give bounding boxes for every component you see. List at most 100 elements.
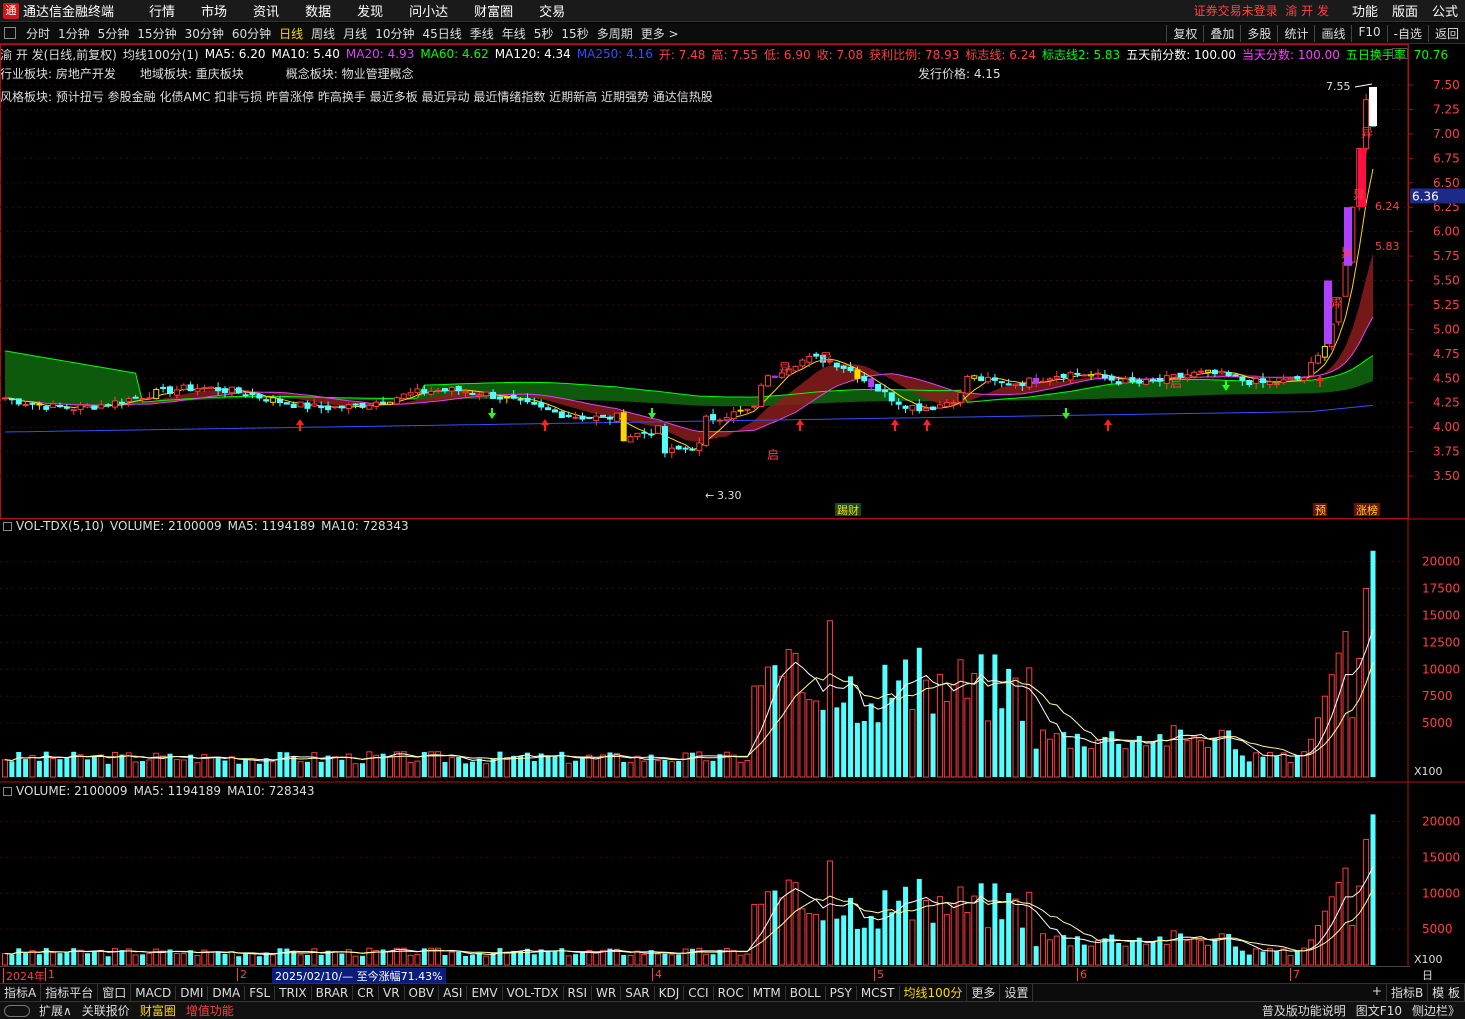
volume-bar[interactable] bbox=[476, 758, 482, 777]
volume-bar[interactable] bbox=[641, 760, 648, 778]
volume-bar[interactable] bbox=[1053, 733, 1060, 778]
candle-body[interactable] bbox=[964, 375, 971, 394]
volume-bar[interactable] bbox=[146, 759, 153, 778]
indicator-tab[interactable]: 窗口 bbox=[98, 984, 132, 1001]
vol-panel-toggle-icon[interactable] bbox=[3, 521, 12, 531]
candle-body[interactable] bbox=[400, 393, 407, 400]
candle-body[interactable] bbox=[930, 406, 937, 411]
volume-bar[interactable] bbox=[1006, 668, 1012, 777]
candle-body[interactable] bbox=[1005, 383, 1012, 386]
candle-body[interactable] bbox=[909, 404, 916, 411]
volume-bar[interactable] bbox=[16, 948, 22, 965]
volume-bar[interactable] bbox=[243, 759, 249, 777]
candle-body[interactable] bbox=[1163, 375, 1170, 384]
volume-bar[interactable] bbox=[9, 761, 15, 777]
indicator-right-button[interactable]: + bbox=[1368, 984, 1387, 1001]
volume-bar[interactable] bbox=[1253, 752, 1260, 778]
volume-bar[interactable] bbox=[957, 659, 964, 778]
volume-bar[interactable] bbox=[236, 763, 242, 777]
volume-bar[interactable] bbox=[1109, 731, 1115, 777]
volume-bar[interactable] bbox=[497, 948, 503, 965]
volume-bar[interactable] bbox=[1274, 756, 1280, 777]
volume-bar[interactable] bbox=[676, 760, 682, 777]
kline-chart[interactable]: 7.507.257.006.756.506.256.005.755.505.25… bbox=[0, 44, 1465, 966]
candle-body[interactable] bbox=[545, 407, 552, 411]
indicator-tab[interactable]: WR bbox=[592, 985, 622, 1000]
volume-bar[interactable] bbox=[1116, 743, 1122, 777]
candle-body[interactable] bbox=[276, 398, 283, 404]
candle-body[interactable] bbox=[1232, 374, 1239, 377]
candle-body[interactable] bbox=[215, 387, 222, 392]
indicator-tab[interactable]: PSY bbox=[826, 985, 857, 1000]
candle-body[interactable] bbox=[421, 389, 428, 394]
candle-body[interactable] bbox=[228, 386, 235, 394]
volume-bar[interactable] bbox=[621, 954, 627, 965]
candle-body[interactable] bbox=[558, 411, 565, 419]
volume-bar[interactable] bbox=[1184, 740, 1191, 778]
volume-bar[interactable] bbox=[1067, 747, 1074, 778]
volume-bar[interactable] bbox=[139, 954, 145, 965]
volume-bar[interactable] bbox=[820, 920, 826, 965]
volume-bar[interactable] bbox=[339, 759, 345, 777]
volume-bar[interactable] bbox=[882, 664, 888, 777]
candle-body[interactable] bbox=[1246, 379, 1253, 386]
volume-bar[interactable] bbox=[1280, 752, 1287, 778]
indicator-tab[interactable]: FSL bbox=[245, 985, 276, 1000]
volume-bar[interactable] bbox=[1040, 933, 1047, 966]
volume-bar[interactable] bbox=[1150, 941, 1156, 965]
candle-body[interactable] bbox=[1143, 379, 1150, 385]
volume-bar[interactable] bbox=[744, 759, 751, 778]
volume-bar[interactable] bbox=[1205, 944, 1212, 966]
volume-bar[interactable] bbox=[1116, 943, 1122, 965]
candle-body[interactable] bbox=[1136, 379, 1143, 384]
volume-bar[interactable] bbox=[407, 954, 414, 966]
volume-bar[interactable] bbox=[1102, 938, 1108, 965]
indicator-tab[interactable]: MTM bbox=[749, 985, 786, 1000]
volume-bar[interactable] bbox=[1233, 946, 1239, 965]
volume-bar[interactable] bbox=[414, 953, 421, 966]
period-tab[interactable]: 日线 bbox=[275, 25, 307, 42]
volume-bar[interactable] bbox=[896, 680, 902, 777]
period-tab[interactable]: 5分钟 bbox=[94, 25, 134, 42]
volume-bar[interactable] bbox=[744, 953, 751, 966]
volume-bar[interactable] bbox=[875, 928, 881, 965]
volume-bar[interactable] bbox=[36, 954, 42, 965]
candle-body[interactable] bbox=[606, 416, 613, 420]
candle-body[interactable] bbox=[132, 396, 139, 399]
candle-body[interactable] bbox=[1205, 369, 1212, 373]
candle-body[interactable] bbox=[1253, 378, 1260, 384]
volume-bar[interactable] bbox=[999, 919, 1005, 965]
candle-body[interactable] bbox=[249, 392, 256, 396]
candle-body[interactable] bbox=[950, 401, 957, 405]
candle-body[interactable] bbox=[840, 365, 847, 369]
candle-body[interactable] bbox=[565, 414, 572, 417]
volume-bar[interactable] bbox=[792, 882, 799, 966]
candle-body-large[interactable] bbox=[1324, 280, 1332, 345]
volume-bar[interactable] bbox=[930, 922, 936, 965]
indicator-tab[interactable]: MCST bbox=[857, 985, 900, 1000]
volume-bar[interactable] bbox=[1109, 934, 1115, 965]
volume-bar[interactable] bbox=[909, 708, 916, 778]
volume-bar[interactable] bbox=[992, 654, 998, 777]
candle-body[interactable] bbox=[496, 396, 503, 400]
candle-body[interactable] bbox=[902, 405, 909, 409]
menu-item-wenxiaoda[interactable]: 问小达 bbox=[396, 1, 461, 20]
indicator-tab[interactable]: 设置 bbox=[1000, 984, 1034, 1001]
volume-bar[interactable] bbox=[77, 949, 84, 966]
volume-bar[interactable] bbox=[1308, 939, 1315, 966]
volume-bar[interactable] bbox=[222, 760, 228, 777]
period-tab[interactable]: 45日线 bbox=[418, 25, 465, 42]
volume-bar[interactable] bbox=[854, 722, 860, 777]
volume-bar[interactable] bbox=[909, 919, 916, 966]
candle-body[interactable] bbox=[551, 409, 558, 413]
volume-bar[interactable] bbox=[682, 752, 689, 778]
candle-body[interactable] bbox=[380, 401, 387, 404]
candle-body[interactable] bbox=[936, 404, 943, 409]
candle-body[interactable] bbox=[1033, 377, 1040, 384]
candle-body[interactable] bbox=[325, 405, 332, 411]
candle-body[interactable] bbox=[194, 388, 201, 392]
volume-bar[interactable] bbox=[985, 927, 992, 966]
volume-bar[interactable] bbox=[256, 956, 262, 965]
volume-bar[interactable] bbox=[91, 755, 97, 777]
candle-body[interactable] bbox=[290, 403, 297, 409]
